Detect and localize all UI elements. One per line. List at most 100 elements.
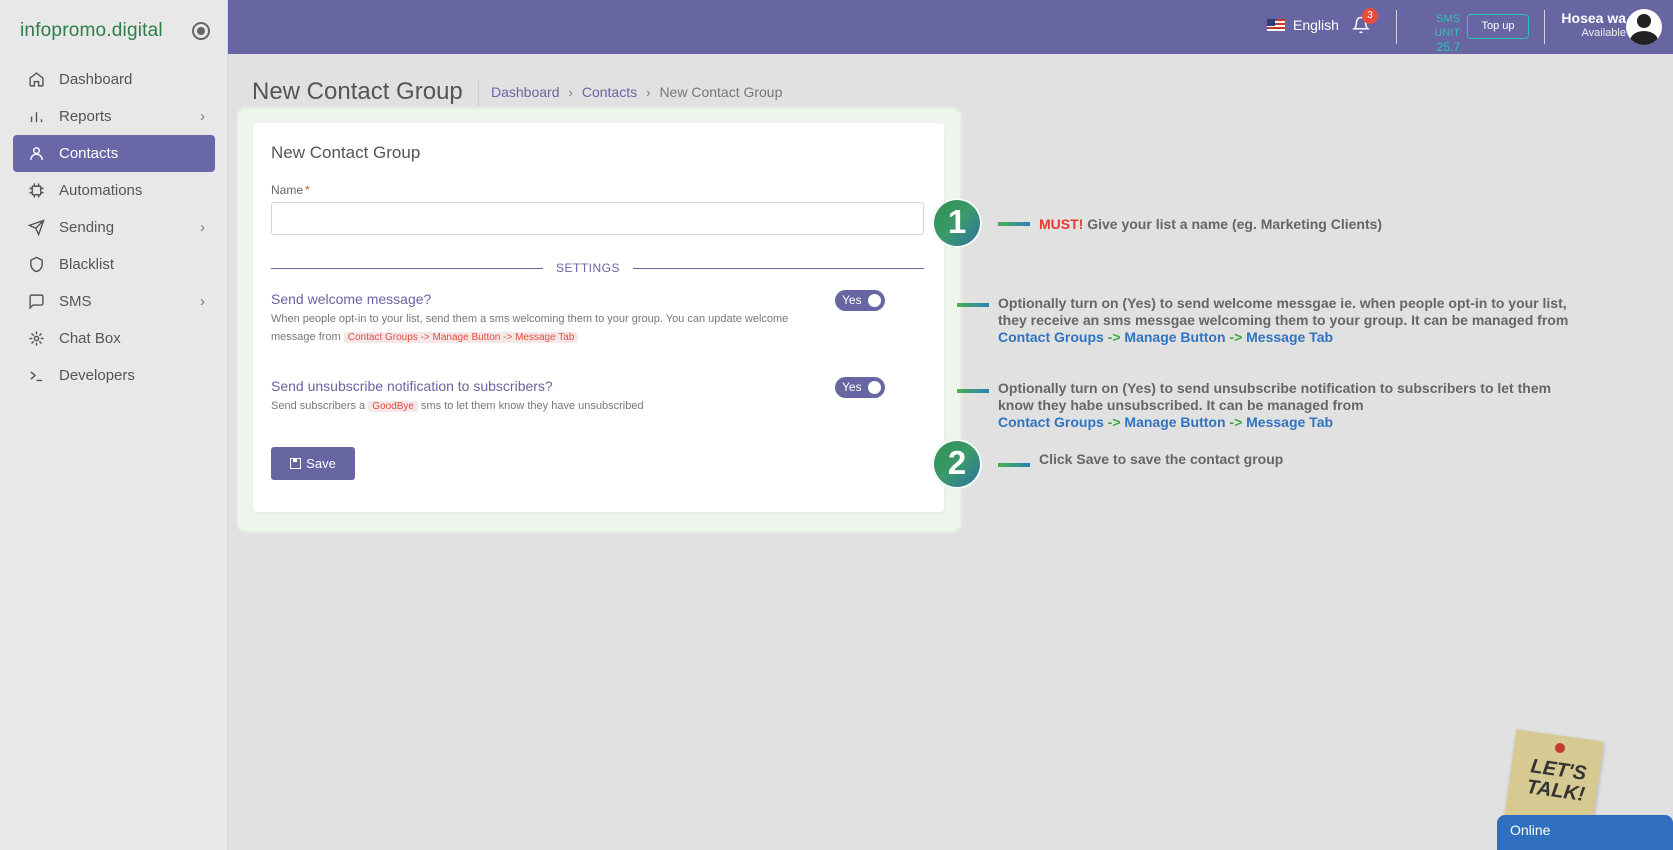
page-title: New Contact Group bbox=[252, 78, 463, 105]
annotation-dash bbox=[957, 389, 989, 393]
sidebar-item-dashboard[interactable]: Dashboard bbox=[13, 61, 215, 98]
welcome-toggle-label: Yes bbox=[842, 293, 862, 307]
arrow: -> bbox=[1229, 414, 1243, 430]
toggle-knob bbox=[868, 294, 881, 307]
goodbye-code: GoodBye bbox=[368, 401, 418, 412]
divider bbox=[1396, 10, 1397, 44]
sidebar: infopromo.digital Dashboard Reports › Co… bbox=[0, 0, 228, 850]
name-label: Name * bbox=[271, 183, 310, 197]
save-label: Save bbox=[306, 456, 336, 471]
welcome-code: Contact Groups -> Manage Button -> Messa… bbox=[343, 332, 579, 343]
sidebar-item-label: Sending bbox=[59, 219, 115, 236]
sms-unit-label: SMS UNIT bbox=[1434, 13, 1460, 39]
sms-unit-value: 25.7 bbox=[1436, 40, 1460, 54]
notification-badge: 3 bbox=[1362, 8, 1378, 24]
breadcrumb-contacts[interactable]: Contacts bbox=[582, 84, 637, 100]
sidebar-item-label: Blacklist bbox=[59, 256, 115, 273]
card-title: New Contact Group bbox=[271, 143, 421, 162]
step-2-badge: 2 bbox=[932, 439, 982, 489]
annotation-dash bbox=[957, 303, 989, 307]
sidebar-item-blacklist[interactable]: Blacklist bbox=[13, 246, 215, 283]
annotation-unsubscribe: Optionally turn on (Yes) to send unsubsc… bbox=[998, 380, 1578, 431]
chevron-right-icon: › bbox=[646, 84, 651, 100]
annotation-dash bbox=[998, 463, 1030, 467]
chevron-right-icon: › bbox=[568, 84, 573, 100]
unsubscribe-description: Send subscribers a GoodBye sms to let th… bbox=[271, 397, 811, 416]
chevron-right-icon: › bbox=[200, 108, 205, 125]
sidebar-item-sending[interactable]: Sending › bbox=[13, 209, 215, 246]
welcome-toggle[interactable]: Yes bbox=[835, 290, 885, 311]
link-contact-groups: Contact Groups bbox=[998, 414, 1104, 430]
chevron-right-icon: › bbox=[200, 219, 205, 236]
must-label: MUST! bbox=[1039, 216, 1084, 232]
toggle-knob bbox=[868, 381, 881, 394]
name-input[interactable] bbox=[271, 202, 924, 235]
sidebar-toggle-icon[interactable] bbox=[192, 22, 210, 40]
annotation-name: MUST! Give your list a name (eg. Marketi… bbox=[1039, 216, 1599, 233]
topbar: English 3 SMS UNIT 25.7 Top up Hosea wa … bbox=[228, 0, 1673, 54]
arrow: -> bbox=[1107, 414, 1121, 430]
home-icon bbox=[27, 71, 45, 89]
annotation-save: Click Save to save the contact group bbox=[1039, 451, 1284, 467]
annotation-welcome-text: Optionally turn on (Yes) to send welcome… bbox=[998, 295, 1569, 328]
welcome-description: When people opt-in to your list, send th… bbox=[271, 310, 811, 347]
sidebar-nav: Dashboard Reports › Contacts Automations… bbox=[13, 61, 215, 394]
language-selector[interactable]: English bbox=[1267, 17, 1339, 33]
settings-label: SETTINGS bbox=[543, 261, 634, 275]
online-chat-bar[interactable]: Online bbox=[1497, 815, 1673, 850]
floppy-icon bbox=[290, 458, 302, 469]
welcome-title: Send welcome message? bbox=[271, 291, 432, 307]
sidebar-item-label: Contacts bbox=[59, 145, 119, 162]
link-manage-button: Manage Button bbox=[1124, 414, 1226, 430]
sidebar-item-label: Dashboard bbox=[59, 71, 133, 88]
breadcrumb: Dashboard › Contacts › New Contact Group bbox=[491, 84, 782, 100]
user-status: Available bbox=[1581, 27, 1626, 39]
link-contact-groups: Contact Groups bbox=[998, 329, 1104, 345]
shield-icon bbox=[27, 256, 45, 274]
sidebar-item-label: Reports bbox=[59, 108, 112, 125]
breadcrumb-current: New Contact Group bbox=[659, 84, 783, 100]
name-label-text: Name bbox=[271, 183, 304, 197]
unsubscribe-description-text: Send subscribers a bbox=[271, 400, 366, 412]
breadcrumb-dashboard[interactable]: Dashboard bbox=[491, 84, 560, 100]
sidebar-item-automations[interactable]: Automations bbox=[13, 172, 215, 209]
unsubscribe-description-text-2: sms to let them know they have unsubscri… bbox=[421, 400, 644, 412]
annotation-dash bbox=[998, 222, 1030, 226]
link-message-tab: Message Tab bbox=[1246, 414, 1334, 430]
terminal-icon bbox=[27, 367, 45, 385]
send-icon bbox=[27, 219, 45, 237]
us-flag-icon bbox=[1267, 19, 1285, 31]
topup-button[interactable]: Top up bbox=[1467, 14, 1529, 39]
divider bbox=[478, 80, 479, 106]
annotation-name-text: Give your list a name (eg. Marketing Cli… bbox=[1087, 216, 1383, 232]
sidebar-item-contacts[interactable]: Contacts bbox=[13, 135, 215, 172]
link-message-tab: Message Tab bbox=[1246, 329, 1334, 345]
sidebar-item-sms[interactable]: SMS › bbox=[13, 283, 215, 320]
link-manage-button: Manage Button bbox=[1124, 329, 1226, 345]
user-icon bbox=[27, 145, 45, 163]
brand-logo[interactable]: infopromo.digital bbox=[20, 20, 163, 42]
unsubscribe-toggle[interactable]: Yes bbox=[835, 377, 885, 398]
required-marker: * bbox=[305, 183, 310, 197]
language-label: English bbox=[1293, 17, 1339, 33]
chevron-right-icon: › bbox=[200, 293, 205, 310]
chip-icon bbox=[27, 182, 45, 200]
arrow: -> bbox=[1229, 329, 1243, 345]
save-button[interactable]: Save bbox=[271, 447, 355, 480]
annotation-unsubscribe-text: Optionally turn on (Yes) to send unsubsc… bbox=[998, 380, 1552, 413]
unsubscribe-title: Send unsubscribe notification to subscri… bbox=[271, 378, 553, 394]
sidebar-item-label: Chat Box bbox=[59, 330, 121, 347]
lets-talk-label[interactable]: LET'S TALK! bbox=[1524, 755, 1589, 806]
user-info[interactable]: Hosea wa Available bbox=[1544, 11, 1626, 41]
bar-chart-icon bbox=[27, 108, 45, 126]
step-1-badge: 1 bbox=[932, 198, 982, 248]
sms-unit: SMS UNIT 25.7 bbox=[1408, 12, 1460, 54]
new-contact-group-card: New Contact Group Name * SETTINGS Send we… bbox=[253, 123, 944, 512]
sidebar-item-chat-box[interactable]: Chat Box bbox=[13, 320, 215, 357]
unsubscribe-toggle-label: Yes bbox=[842, 380, 862, 394]
sidebar-item-reports[interactable]: Reports › bbox=[13, 98, 215, 135]
avatar[interactable] bbox=[1626, 9, 1662, 45]
sidebar-item-developers[interactable]: Developers bbox=[13, 357, 215, 394]
sidebar-item-label: SMS bbox=[59, 293, 92, 310]
arrow: -> bbox=[1107, 329, 1121, 345]
